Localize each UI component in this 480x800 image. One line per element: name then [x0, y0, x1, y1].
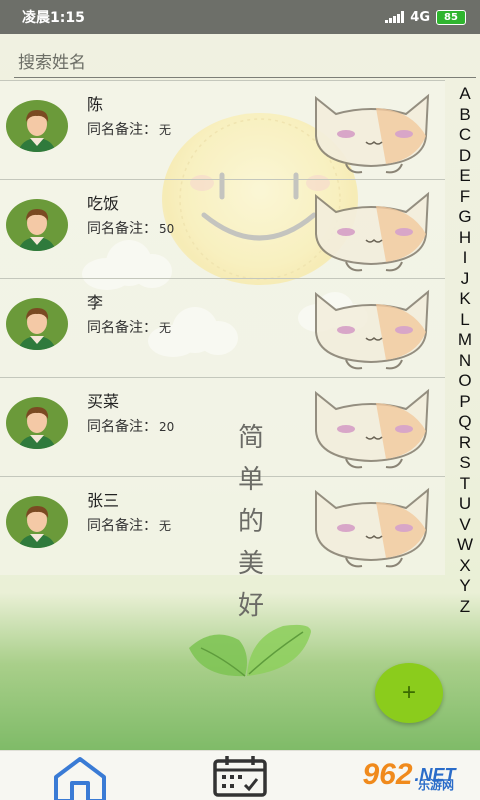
cat-decoration [315, 487, 430, 568]
avatar [6, 496, 68, 548]
index-letter[interactable]: F [460, 187, 470, 208]
contact-note: 同名备注：无 [87, 317, 171, 337]
index-letter[interactable]: S [459, 453, 470, 474]
avatar [6, 199, 68, 251]
index-letter[interactable]: I [463, 248, 468, 269]
contact-name: 陈 [87, 95, 104, 114]
index-letter[interactable]: T [460, 474, 470, 495]
avatar [6, 100, 68, 152]
avatar [6, 298, 68, 350]
battery-level: 85 [444, 11, 458, 23]
watermark-text: 乐游网 [418, 778, 455, 792]
decor-char: 美 [237, 549, 264, 579]
index-letter[interactable]: A [459, 84, 470, 105]
contact-name: 买菜 [87, 392, 120, 411]
contact-note: 同名备注：无 [87, 119, 171, 139]
index-letter[interactable]: Q [458, 412, 471, 433]
note-value: 50 [159, 222, 175, 236]
avatar [6, 397, 68, 449]
note-value: 无 [159, 519, 172, 533]
index-letter[interactable]: P [459, 392, 470, 413]
index-letter[interactable]: J [461, 269, 470, 290]
note-value: 无 [159, 123, 172, 137]
note-label: 同名备注： [87, 320, 157, 336]
index-letter[interactable]: C [459, 125, 471, 146]
index-letter[interactable]: V [459, 515, 470, 536]
add-contact-button[interactable]: + [375, 663, 443, 723]
index-letter[interactable]: X [459, 556, 470, 577]
calendar-icon[interactable] [212, 755, 268, 797]
index-letter[interactable]: R [459, 433, 471, 454]
status-time: 凌晨1:15 [22, 10, 85, 26]
status-indicators: 4G 85 [385, 9, 466, 25]
index-letter[interactable]: H [459, 228, 471, 249]
index-letter[interactable]: L [460, 310, 469, 331]
signal-icon [385, 11, 405, 23]
contact-name: 张三 [87, 491, 120, 510]
index-letter[interactable]: O [458, 371, 471, 392]
cat-decoration [315, 388, 430, 469]
contact-note: 同名备注：无 [87, 515, 171, 535]
index-letter[interactable]: Z [460, 597, 470, 618]
search-bar [14, 50, 476, 78]
note-label: 同名备注： [87, 122, 157, 138]
index-letter[interactable]: U [459, 494, 471, 515]
site-watermark: 962 .NET 乐游网 [338, 750, 480, 800]
search-input[interactable] [14, 50, 476, 76]
decor-char: 简 [237, 423, 264, 453]
index-letter[interactable]: N [459, 351, 471, 372]
note-label: 同名备注： [87, 419, 157, 435]
index-letter[interactable]: E [459, 166, 470, 187]
cat-decoration [315, 93, 430, 174]
contact-name: 李 [87, 293, 104, 312]
cat-decoration [315, 289, 430, 370]
note-label: 同名备注： [87, 221, 157, 237]
contact-note: 同名备注： 50 [87, 218, 174, 238]
note-value: 20 [159, 420, 175, 434]
decor-vertical-text: 简 单 的 美 好 [233, 417, 269, 627]
contact-note: 同名备注： 20 [87, 416, 174, 436]
sprout-decoration [189, 624, 311, 677]
status-bar: 凌晨1:15 4G 85 [0, 0, 480, 34]
decor-char: 单 [237, 465, 264, 495]
decor-char: 的 [237, 507, 264, 537]
note-label: 同名备注： [87, 518, 157, 534]
index-letter[interactable]: M [458, 330, 472, 351]
home-icon[interactable] [52, 755, 108, 800]
index-letter[interactable]: B [459, 105, 470, 126]
cat-decoration [315, 191, 430, 272]
contact-name: 吃饭 [87, 194, 120, 213]
index-letter[interactable]: W [457, 535, 473, 556]
index-letter[interactable]: K [459, 289, 470, 310]
index-letter[interactable]: G [458, 207, 471, 228]
index-letter[interactable]: D [459, 146, 471, 167]
network-type: 4G [410, 9, 430, 25]
note-value: 无 [159, 321, 172, 335]
watermark-number: 962 [362, 758, 413, 791]
battery-icon: 85 [436, 9, 466, 25]
alphabet-index[interactable]: A B C D E F G H I J K L M N O P Q R S T … [454, 84, 476, 617]
index-letter[interactable]: Y [459, 576, 470, 597]
